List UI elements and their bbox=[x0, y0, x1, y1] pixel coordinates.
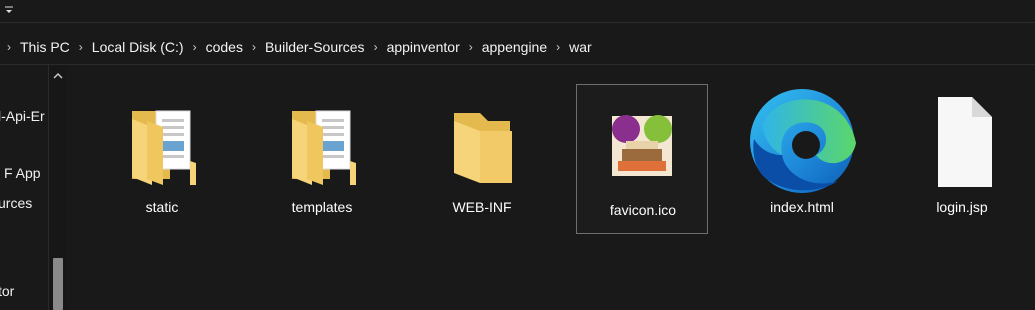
folder-with-documents-icon bbox=[292, 110, 356, 185]
edge-browser-icon bbox=[750, 89, 856, 193]
breadcrumb: › This PC › Local Disk (C:) › codes › Bu… bbox=[0, 32, 594, 62]
nav-item[interactable]: F App bbox=[4, 165, 41, 181]
file-item-templates[interactable]: templates bbox=[256, 81, 388, 231]
quick-access-toolbar bbox=[0, 0, 1035, 23]
scroll-up-arrow-icon[interactable] bbox=[49, 69, 67, 83]
breadcrumb-item-builder-sources[interactable]: Builder-Sources bbox=[263, 39, 367, 55]
file-name: WEB-INF bbox=[452, 199, 512, 215]
breadcrumb-separator-icon[interactable]: › bbox=[549, 40, 567, 54]
folder-with-documents-icon bbox=[132, 110, 196, 185]
file-item-static[interactable]: static bbox=[96, 81, 228, 231]
scrollbar-thumb[interactable] bbox=[53, 258, 63, 310]
breadcrumb-item-war[interactable]: war bbox=[567, 39, 594, 55]
breadcrumb-item-appinventor[interactable]: appinventor bbox=[385, 39, 462, 55]
file-item-favicon[interactable]: favicon.ico bbox=[576, 84, 708, 234]
breadcrumb-separator-icon[interactable]: › bbox=[367, 40, 385, 54]
favicon-thumbnail-icon bbox=[612, 115, 672, 176]
folder-icon bbox=[454, 113, 512, 183]
navigation-pane-scrollbar[interactable] bbox=[48, 65, 67, 310]
breadcrumb-separator-icon[interactable]: › bbox=[245, 40, 263, 54]
file-name: templates bbox=[291, 199, 353, 215]
file-item-web-inf[interactable]: WEB-INF bbox=[416, 81, 548, 231]
breadcrumb-item-this-pc[interactable]: This PC bbox=[18, 39, 72, 55]
file-item-index-html[interactable]: index.html bbox=[736, 81, 868, 231]
blank-document-icon bbox=[938, 97, 992, 187]
breadcrumb-item-codes[interactable]: codes bbox=[204, 39, 245, 55]
breadcrumb-separator-icon[interactable]: › bbox=[0, 40, 18, 54]
breadcrumb-separator-icon[interactable]: › bbox=[462, 40, 480, 54]
address-bar[interactable]: › This PC › Local Disk (C:) › codes › Bu… bbox=[0, 32, 1035, 62]
file-name: static bbox=[145, 199, 179, 215]
file-name: index.html bbox=[770, 199, 834, 215]
file-list-view: static templates WEB-INF favicon.ico ind… bbox=[67, 65, 1035, 310]
file-item-login-jsp[interactable]: login.jsp bbox=[896, 81, 1028, 231]
nav-item[interactable]: l-Api-Er bbox=[0, 108, 45, 124]
file-name: favicon.ico bbox=[609, 202, 677, 218]
breadcrumb-separator-icon[interactable]: › bbox=[186, 40, 204, 54]
customize-toolbar-chevron-icon[interactable] bbox=[4, 5, 14, 15]
file-name: login.jsp bbox=[936, 199, 988, 215]
breadcrumb-separator-icon[interactable]: › bbox=[72, 40, 90, 54]
breadcrumb-item-appengine[interactable]: appengine bbox=[480, 39, 549, 55]
nav-item[interactable]: tor bbox=[0, 283, 14, 299]
breadcrumb-item-local-disk[interactable]: Local Disk (C:) bbox=[90, 39, 186, 55]
nav-item[interactable]: urces bbox=[0, 195, 32, 211]
